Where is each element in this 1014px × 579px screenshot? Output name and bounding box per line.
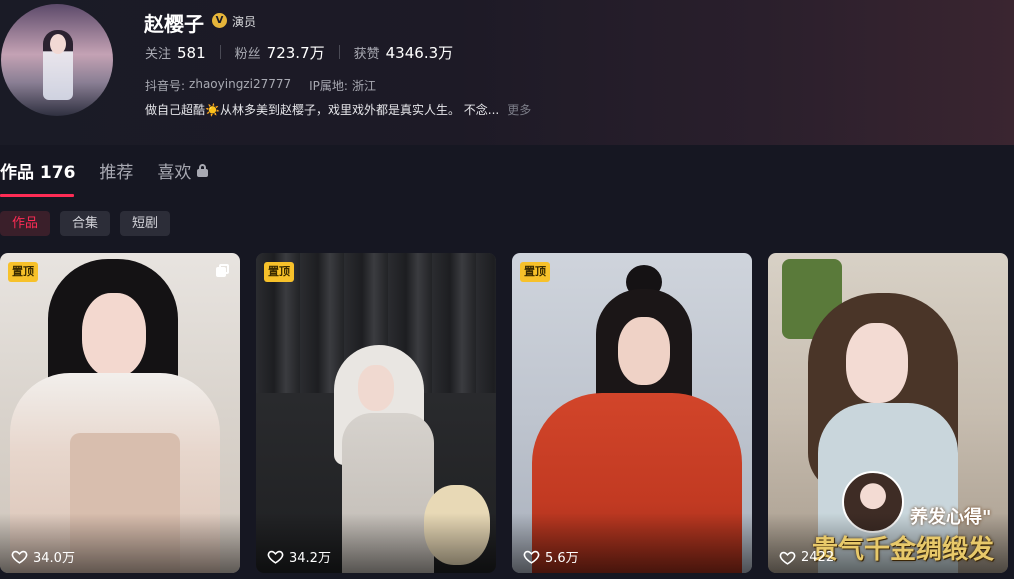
stat-likes-received: 获赞 4346.3万 <box>354 42 454 63</box>
chip-works[interactable]: 作品 <box>0 211 51 236</box>
bio-text: 做自己超酷☀️从林多美到赵樱子，戏里戏外都是真实人生。 不念... <box>145 103 500 117</box>
avatar[interactable] <box>1 4 113 116</box>
heart-icon <box>523 550 540 564</box>
chip-short-dramas[interactable]: 短剧 <box>120 211 171 236</box>
tab-works[interactable]: 作品 176 <box>0 158 75 197</box>
tab-label: 作品 176 <box>0 163 76 183</box>
video-likes: 34.0万 <box>11 547 75 566</box>
profile-role: 演员 <box>232 15 257 29</box>
thumbnail-face <box>82 293 146 377</box>
thumbnail-face <box>846 323 908 403</box>
tab-label: 推荐 <box>99 163 134 183</box>
stat-value: 581 <box>177 43 206 62</box>
caption-main: 贵气千金绸缎发 <box>812 535 995 565</box>
heart-icon <box>779 551 796 565</box>
avatar-face <box>50 34 66 54</box>
tab-recommend[interactable]: 推荐 <box>99 158 133 197</box>
stat-label: 粉丝 <box>234 46 261 62</box>
tab-label: 喜欢 <box>157 163 192 183</box>
profile-bio: 做自己超酷☀️从林多美到赵樱子，戏里戏外都是真实人生。 不念... 更多 <box>145 101 531 118</box>
thumbnail-face <box>358 365 394 411</box>
pinned-badge: 置顶 <box>520 262 550 282</box>
thumbnail-face <box>618 317 670 385</box>
caption-top: 养发心得" <box>910 507 992 528</box>
profile-tabs: 作品 176 推荐 喜欢 <box>0 158 232 197</box>
ip-location: 浙江 <box>351 79 376 93</box>
video-likes: 34.2万 <box>267 547 331 566</box>
lock-icon <box>197 164 209 177</box>
profile-id-line: 抖音号: zhaoyingzi27777 IP属地: 浙江 <box>145 77 380 94</box>
profile-stats: 关注 581 粉丝 723.7万 获赞 4346.3万 <box>145 41 453 63</box>
video-card[interactable]: 养发心得" 贵气千金绸缎发 2422 <box>768 253 1008 573</box>
stat-label: 关注 <box>145 46 172 62</box>
divider <box>219 45 221 59</box>
video-likes: 5.6万 <box>523 547 579 566</box>
pinned-badge: 置顶 <box>8 262 38 282</box>
stat-value: 723.7万 <box>266 43 325 62</box>
video-card[interactable]: 置顶 34.0万 <box>0 253 240 573</box>
multi-image-icon <box>216 264 230 278</box>
video-card[interactable]: 置顶 34.2万 <box>256 253 496 573</box>
likes-count: 34.2万 <box>289 551 331 566</box>
douyin-id-label: 抖音号: <box>145 79 186 93</box>
tab-likes[interactable]: 喜欢 <box>157 158 209 197</box>
video-likes: 2422 <box>779 549 834 566</box>
stat-label: 获赞 <box>353 46 380 62</box>
heart-icon <box>11 550 28 564</box>
stat-following[interactable]: 关注 581 <box>145 43 206 62</box>
chip-collections[interactable]: 合集 <box>60 211 111 236</box>
ip-label: IP属地: <box>309 79 348 93</box>
stat-followers[interactable]: 粉丝 723.7万 <box>235 42 325 63</box>
pinned-badge: 置顶 <box>264 262 294 282</box>
active-tab-indicator <box>0 194 74 197</box>
douyin-id: zhaoyingzi27777 <box>189 77 292 91</box>
stat-value: 4346.3万 <box>385 43 454 62</box>
filter-chips: 作品 合集 短剧 <box>0 211 180 236</box>
likes-count: 2422 <box>801 550 835 565</box>
verified-icon: V <box>212 13 227 28</box>
divider <box>338 45 340 59</box>
likes-count: 34.0万 <box>33 551 75 566</box>
video-card[interactable]: 置顶 5.6万 <box>512 253 752 573</box>
profile-name: 赵樱子 <box>144 12 204 36</box>
heart-icon <box>267 550 284 564</box>
bio-more-link[interactable]: 更多 <box>507 101 531 118</box>
likes-count: 5.6万 <box>545 551 579 566</box>
